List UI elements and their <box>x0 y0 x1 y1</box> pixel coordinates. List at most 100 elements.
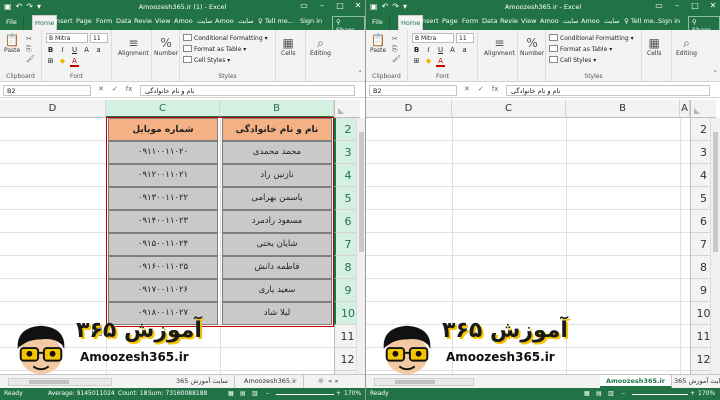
font-shrink-icon[interactable]: a <box>460 46 469 54</box>
table-cell-name[interactable]: شایان بختی <box>222 233 332 256</box>
font-color-icon[interactable]: A <box>436 57 445 67</box>
zoom-level[interactable]: 170% <box>344 390 361 397</box>
tab-amoozesh-2[interactable]: Amoo <box>581 17 600 25</box>
close-button[interactable]: ✕ <box>353 1 363 10</box>
minimize-button[interactable]: – <box>672 1 682 10</box>
table-cell-name[interactable]: یاسمن بهرامی <box>222 187 332 210</box>
tab-file[interactable]: File <box>366 14 390 30</box>
table-cell-name[interactable]: سعید یاری <box>222 279 332 302</box>
tab-amoozesh-1[interactable]: Amoo <box>540 17 559 25</box>
table-cell-name[interactable]: مسعود رادمرد <box>222 210 332 233</box>
copy-icon[interactable]: ⎘ <box>392 44 401 54</box>
sign-in-link[interactable]: Sign in <box>300 17 322 25</box>
font-color-icon[interactable]: A <box>70 57 79 67</box>
font-grow-icon[interactable]: A <box>82 46 91 54</box>
cut-icon[interactable]: ✂ <box>392 34 401 44</box>
horizontal-scrollbar[interactable] <box>374 378 474 386</box>
cancel-icon[interactable]: ✕ <box>464 85 470 93</box>
tab-insert[interactable]: Insert <box>54 17 73 25</box>
italic-icon[interactable]: I <box>424 46 433 54</box>
table-cell-phone[interactable]: ۰۹۱۴۰۰۱۱۰۲۳ <box>108 210 218 233</box>
tab-formulas[interactable]: Form <box>96 17 112 25</box>
horizontal-scrollbar[interactable] <box>8 378 112 386</box>
zoom-in-icon[interactable]: + <box>690 390 695 397</box>
tell-me-box[interactable]: ♀ Tell me... <box>624 17 660 25</box>
column-header-b[interactable]: B <box>220 100 334 118</box>
collapse-ribbon-icon[interactable]: ˄ <box>714 70 718 78</box>
tab-site-2[interactable]: سایت <box>604 17 620 25</box>
font-size-select[interactable]: 11 <box>90 33 108 43</box>
name-box[interactable]: B2 <box>369 85 457 96</box>
table-cell-name[interactable]: نازنین راد <box>222 164 332 187</box>
tab-review[interactable]: Revie <box>500 17 518 25</box>
view-page-break-icon[interactable]: ▥ <box>252 390 258 397</box>
zoom-level[interactable]: 170% <box>698 390 715 397</box>
zoom-slider[interactable] <box>632 394 688 395</box>
sheet-tab-2[interactable]: سایت آموزش 365 <box>668 375 720 388</box>
table-header-phone[interactable]: شماره موبایل <box>108 118 218 141</box>
format-painter-icon[interactable]: 🖌 <box>26 54 35 64</box>
ribbon-options-icon[interactable]: ▭ <box>654 1 664 10</box>
table-cell-phone[interactable]: ۰۹۱۶۰۰۱۱۰۲۵ <box>108 256 218 279</box>
table-cell-name[interactable]: فاطمه دانش <box>222 256 332 279</box>
sheet-tab-2[interactable]: Amoozesh365.ir <box>238 375 304 388</box>
collapse-ribbon-icon[interactable]: ˄ <box>359 70 363 78</box>
table-cell-phone[interactable]: ۰۹۱۲۰۰۱۱۰۲۱ <box>108 164 218 187</box>
add-sheet-icon[interactable]: ⊕ <box>318 377 324 385</box>
format-as-table-button[interactable]: Format as Table ▾ <box>183 45 246 53</box>
cancel-icon[interactable]: ✕ <box>98 85 104 93</box>
font-shrink-icon[interactable]: a <box>94 46 103 54</box>
cells-button[interactable]: ▦ Cells <box>281 36 295 57</box>
table-header-name[interactable]: نام و نام خانوادگی <box>222 118 332 141</box>
view-page-layout-icon[interactable]: ▤ <box>596 390 602 397</box>
column-header-d[interactable]: D <box>366 100 452 118</box>
close-button[interactable]: ✕ <box>708 1 718 10</box>
format-painter-icon[interactable]: 🖌 <box>392 54 401 64</box>
name-box[interactable]: B2 <box>3 85 91 96</box>
vertical-scrollbar[interactable] <box>710 118 720 374</box>
enter-icon[interactable]: ✓ <box>478 85 484 93</box>
column-header-d[interactable]: D <box>0 100 106 118</box>
font-size-select[interactable]: 11 <box>456 33 474 43</box>
table-cell-name[interactable]: لیلا شاد <box>222 302 332 325</box>
copy-icon[interactable]: ⎘ <box>26 44 35 54</box>
fill-color-icon[interactable]: ◆ <box>424 57 433 67</box>
tab-data[interactable]: Data <box>482 17 498 25</box>
ribbon-options-icon[interactable]: ▭ <box>299 1 309 10</box>
paste-button[interactable]: 📋 Paste <box>4 33 20 54</box>
tab-site-1[interactable]: سایت <box>563 17 579 25</box>
tab-insert[interactable]: Insert <box>420 17 439 25</box>
view-normal-icon[interactable]: ▦ <box>228 390 234 397</box>
column-header-a[interactable]: A <box>680 100 690 118</box>
paste-button[interactable]: 📋 Paste <box>370 33 386 54</box>
insert-function-icon[interactable]: fx <box>492 85 499 93</box>
alignment-button[interactable]: ≡ Alignment <box>118 36 149 57</box>
zoom-slider[interactable] <box>276 394 334 395</box>
maximize-button[interactable]: □ <box>690 1 700 10</box>
borders-icon[interactable]: ⊞ <box>412 57 421 67</box>
number-button[interactable]: % Number <box>154 36 178 57</box>
borders-icon[interactable]: ⊞ <box>46 57 55 67</box>
maximize-button[interactable]: □ <box>335 1 345 10</box>
editing-button[interactable]: ⌕ Editing <box>310 36 331 57</box>
column-header-b[interactable]: B <box>566 100 680 118</box>
sheet-tab-1[interactable]: Amoozesh365.ir <box>600 375 672 388</box>
bold-icon[interactable]: B <box>412 46 421 54</box>
tab-page-layout[interactable]: Page <box>76 17 92 25</box>
cut-icon[interactable]: ✂ <box>26 34 35 44</box>
fill-color-icon[interactable]: ◆ <box>58 57 67 67</box>
tab-data[interactable]: Data <box>116 17 132 25</box>
vertical-scrollbar[interactable] <box>356 118 365 374</box>
column-header-c[interactable]: C <box>106 100 220 118</box>
table-cell-phone[interactable]: ۰۹۱۷۰۰۱۱۰۲۶ <box>108 279 218 302</box>
alignment-button[interactable]: ≡ Alignment <box>484 36 515 57</box>
view-page-break-icon[interactable]: ▥ <box>608 390 614 397</box>
cells-button[interactable]: ▦ Cells <box>647 36 661 57</box>
sheet-tab-1[interactable]: سایت آموزش 365 <box>170 375 235 388</box>
tab-amoozesh-1[interactable]: Amoo <box>174 17 193 25</box>
underline-icon[interactable]: U <box>70 46 79 54</box>
conditional-formatting-button[interactable]: Conditional Formatting ▾ <box>549 34 634 42</box>
format-as-table-button[interactable]: Format as Table ▾ <box>549 45 612 53</box>
number-button[interactable]: % Number <box>520 36 544 57</box>
tab-view[interactable]: View <box>155 17 170 25</box>
